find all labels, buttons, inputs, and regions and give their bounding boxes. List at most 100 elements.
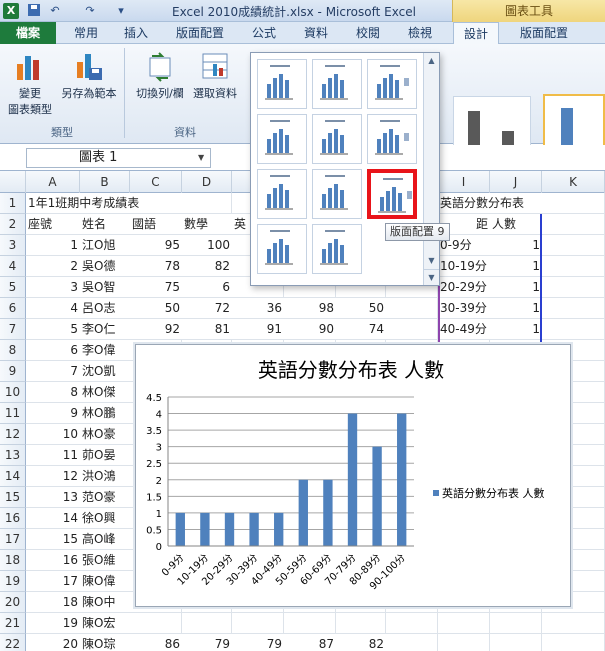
column-header[interactable]: B bbox=[80, 171, 130, 193]
cell-value[interactable]: 79 bbox=[232, 634, 284, 651]
save-icon[interactable] bbox=[26, 3, 42, 19]
cell-value[interactable]: 1 bbox=[490, 277, 542, 298]
grid-cell[interactable] bbox=[130, 613, 182, 634]
tab-review[interactable]: 校閱 bbox=[346, 22, 390, 44]
tab-home[interactable]: 常用 bbox=[62, 22, 110, 44]
cell-value[interactable]: 20 bbox=[26, 634, 80, 651]
cell-value[interactable]: 1 bbox=[26, 235, 80, 256]
change-chart-type-button[interactable]: 變更 圖表類型 bbox=[4, 50, 56, 117]
chart-layout-option[interactable] bbox=[367, 114, 417, 164]
chart-layout-option[interactable] bbox=[257, 169, 307, 219]
grid-cell[interactable] bbox=[284, 613, 336, 634]
cell-value[interactable]: 徐O興 bbox=[80, 508, 130, 529]
redo-icon[interactable]: ↷ bbox=[82, 3, 98, 19]
row-header[interactable]: 10 bbox=[0, 382, 26, 403]
cell-value[interactable]: 7 bbox=[26, 361, 80, 382]
cell-value[interactable]: 10-19分 bbox=[438, 256, 490, 277]
row-header[interactable]: 16 bbox=[0, 508, 26, 529]
chart-object[interactable]: 英語分數分布表 人數 0 0.5 1 1.5 2 2.5 3 3.5 4 4.5 0-9分 10-19分… bbox=[135, 344, 571, 607]
grid-cell[interactable] bbox=[182, 613, 232, 634]
cell-value[interactable]: 人數 bbox=[490, 214, 542, 235]
cell-value[interactable]: 81 bbox=[182, 319, 232, 340]
select-all-corner[interactable] bbox=[0, 171, 26, 193]
expand-gallery-icon[interactable]: ▼ bbox=[424, 269, 439, 285]
cell-value[interactable]: 72 bbox=[182, 298, 232, 319]
cell-value[interactable]: 100 bbox=[182, 235, 232, 256]
chart-layout-option[interactable] bbox=[257, 224, 307, 274]
tab-data[interactable]: 資料 bbox=[292, 22, 340, 44]
cell-value[interactable]: 江O旭 bbox=[80, 235, 130, 256]
cell-value[interactable]: 6 bbox=[26, 340, 80, 361]
grid-cell[interactable] bbox=[542, 214, 605, 235]
row-header[interactable]: 7 bbox=[0, 319, 26, 340]
cell-value[interactable]: 15 bbox=[26, 529, 80, 550]
cell-value[interactable]: 范O豪 bbox=[80, 487, 130, 508]
scroll-down-icon[interactable]: ▼ bbox=[424, 253, 439, 269]
grid-cell[interactable] bbox=[542, 298, 605, 319]
row-header[interactable]: 4 bbox=[0, 256, 26, 277]
grid-cell[interactable] bbox=[542, 256, 605, 277]
row-header[interactable]: 15 bbox=[0, 487, 26, 508]
cell-value[interactable]: 92 bbox=[130, 319, 182, 340]
cell-value[interactable]: 1 bbox=[490, 256, 542, 277]
grid-cell[interactable] bbox=[490, 613, 542, 634]
cell-value[interactable]: 數學 bbox=[182, 214, 232, 235]
grid-cell[interactable] bbox=[386, 634, 438, 651]
tab-insert[interactable]: 插入 bbox=[114, 22, 158, 44]
cell-value[interactable]: 英語分數分布表 bbox=[438, 193, 542, 214]
row-header[interactable]: 20 bbox=[0, 592, 26, 613]
excel-app-icon[interactable]: X bbox=[3, 3, 19, 19]
cell-value[interactable]: 74 bbox=[336, 319, 386, 340]
cell-value[interactable]: 90 bbox=[284, 319, 336, 340]
row-header[interactable]: 6 bbox=[0, 298, 26, 319]
cell-value[interactable]: 87 bbox=[284, 634, 336, 651]
cell-value[interactable]: 林O鵬 bbox=[80, 403, 130, 424]
cell-value[interactable]: 李O仁 bbox=[80, 319, 130, 340]
column-header[interactable]: J bbox=[490, 171, 542, 193]
cell-value[interactable]: 8 bbox=[26, 382, 80, 403]
cell-value[interactable]: 沈O凱 bbox=[80, 361, 130, 382]
grid-cell[interactable] bbox=[438, 634, 490, 651]
cell-value[interactable]: 2 bbox=[26, 256, 80, 277]
grid-cell[interactable] bbox=[542, 319, 605, 340]
row-header[interactable]: 9 bbox=[0, 361, 26, 382]
row-header[interactable]: 13 bbox=[0, 445, 26, 466]
chart-layout-option[interactable] bbox=[312, 59, 362, 109]
cell-value[interactable]: 19 bbox=[26, 613, 80, 634]
row-header[interactable]: 11 bbox=[0, 403, 26, 424]
cell-value[interactable]: 36 bbox=[232, 298, 284, 319]
row-header[interactable]: 19 bbox=[0, 571, 26, 592]
grid-cell[interactable] bbox=[438, 613, 490, 634]
cell-value[interactable]: 9 bbox=[26, 403, 80, 424]
undo-icon[interactable]: ↶ bbox=[47, 3, 63, 19]
grid-cell[interactable] bbox=[232, 613, 284, 634]
grid-cell[interactable] bbox=[336, 613, 386, 634]
cell-value[interactable]: 1 bbox=[490, 319, 542, 340]
cell-value[interactable]: 6 bbox=[182, 277, 232, 298]
customize-qat-icon[interactable]: ▾ bbox=[113, 3, 129, 19]
cell-value[interactable]: 3 bbox=[26, 277, 80, 298]
cell-value[interactable]: 姓名 bbox=[80, 214, 130, 235]
chart-layout-option[interactable] bbox=[312, 224, 362, 274]
cell-value[interactable]: 95 bbox=[130, 235, 182, 256]
chart-layout-option[interactable] bbox=[367, 59, 417, 109]
tab-chart-layout[interactable]: 版面配置 bbox=[506, 22, 582, 44]
cell-value[interactable]: 75 bbox=[130, 277, 182, 298]
row-header[interactable]: 18 bbox=[0, 550, 26, 571]
name-box[interactable]: 圖表 1 bbox=[26, 148, 211, 168]
cell-value[interactable]: 1 bbox=[490, 298, 542, 319]
cell-value[interactable]: 國語 bbox=[130, 214, 182, 235]
cell-value[interactable]: 13 bbox=[26, 487, 80, 508]
chart-layout-option[interactable] bbox=[367, 169, 417, 219]
save-as-template-button[interactable]: 另存為範本 bbox=[58, 50, 120, 101]
cell-value[interactable]: 18 bbox=[26, 592, 80, 613]
column-header[interactable]: D bbox=[182, 171, 232, 193]
cell-value[interactable]: 78 bbox=[130, 256, 182, 277]
chart-layout-option[interactable] bbox=[312, 169, 362, 219]
chart-layout-option[interactable] bbox=[312, 114, 362, 164]
row-header[interactable]: 5 bbox=[0, 277, 26, 298]
row-header[interactable]: 14 bbox=[0, 466, 26, 487]
cell-value[interactable]: 86 bbox=[130, 634, 182, 651]
cell-value[interactable]: 座號 bbox=[26, 214, 80, 235]
column-header[interactable]: A bbox=[26, 171, 80, 193]
